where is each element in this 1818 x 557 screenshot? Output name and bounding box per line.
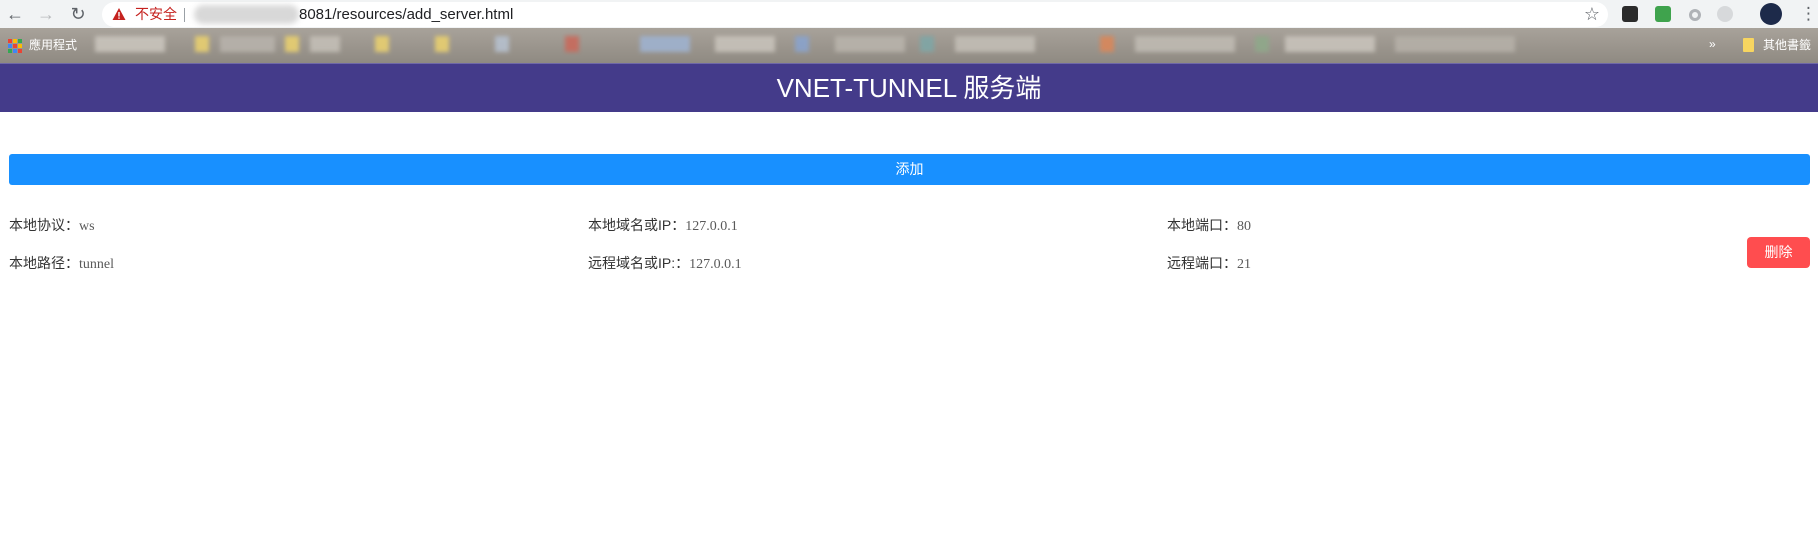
- remote-host-field: 远程域名或IP:：127.0.0.1: [588, 254, 742, 274]
- bookmarks-bar: 應用程式 » 其他書籤: [0, 28, 1818, 63]
- local-path-label: 本地路径：: [9, 255, 79, 271]
- redacted-host: [194, 5, 299, 24]
- local-path-field: 本地路径：tunnel: [9, 254, 114, 274]
- remote-port-label: 远程端口：: [1167, 255, 1237, 271]
- apps-bookmark-label[interactable]: 應用程式: [29, 38, 77, 53]
- security-label[interactable]: 不安全: [135, 6, 177, 23]
- folder-icon: [1743, 38, 1754, 52]
- extension-icon[interactable]: [1655, 6, 1671, 22]
- warning-icon: [112, 8, 126, 20]
- omnibox-divider: [184, 8, 185, 22]
- local-host-value: 127.0.0.1: [685, 219, 738, 234]
- extension-icon[interactable]: [1717, 6, 1733, 22]
- local-port-field: 本地端口：80: [1167, 216, 1251, 236]
- local-host-label: 本地域名或IP：: [588, 217, 686, 233]
- avatar[interactable]: [1760, 3, 1782, 25]
- local-port-label: 本地端口：: [1167, 217, 1237, 233]
- forward-arrow-icon[interactable]: →: [35, 3, 57, 25]
- add-button[interactable]: 添加: [9, 154, 1810, 185]
- address-bar[interactable]: 不安全 8081/resources/add_server.html ☆: [102, 2, 1608, 27]
- extension-icon[interactable]: [1622, 6, 1638, 22]
- remote-host-label: 远程域名或IP:：: [588, 255, 690, 271]
- local-protocol-label: 本地协议：: [9, 217, 79, 233]
- more-bookmarks-chevron[interactable]: »: [1709, 37, 1716, 51]
- reload-icon[interactable]: ↻: [67, 3, 89, 25]
- url-text[interactable]: 8081/resources/add_server.html: [299, 6, 513, 23]
- local-protocol-value: ws: [79, 219, 95, 234]
- apps-icon[interactable]: [8, 39, 22, 53]
- local-host-field: 本地域名或IP：127.0.0.1: [588, 216, 738, 236]
- remote-port-field: 远程端口：21: [1167, 254, 1251, 274]
- page-title: VNET-TUNNEL 服务端: [776, 73, 1042, 103]
- local-path-value: tunnel: [79, 257, 114, 272]
- local-port-value: 80: [1237, 219, 1251, 234]
- app-header: VNET-TUNNEL 服务端: [0, 63, 1818, 112]
- browser-toolbar: ← → ↻ 不安全 8081/resources/add_server.html…: [0, 0, 1818, 28]
- back-arrow-icon[interactable]: ←: [4, 3, 26, 25]
- remote-port-value: 21: [1237, 257, 1251, 272]
- other-bookmarks-label[interactable]: 其他書籤: [1763, 38, 1811, 53]
- star-icon[interactable]: ☆: [1584, 3, 1600, 25]
- remote-host-value: 127.0.0.1: [689, 257, 742, 272]
- extension-icon[interactable]: [1689, 9, 1701, 21]
- menu-dots-icon[interactable]: ⋮: [1800, 3, 1817, 25]
- redacted-bookmarks: [95, 34, 1630, 56]
- delete-button[interactable]: 删除: [1747, 237, 1810, 268]
- local-protocol-field: 本地协议：ws: [9, 216, 95, 236]
